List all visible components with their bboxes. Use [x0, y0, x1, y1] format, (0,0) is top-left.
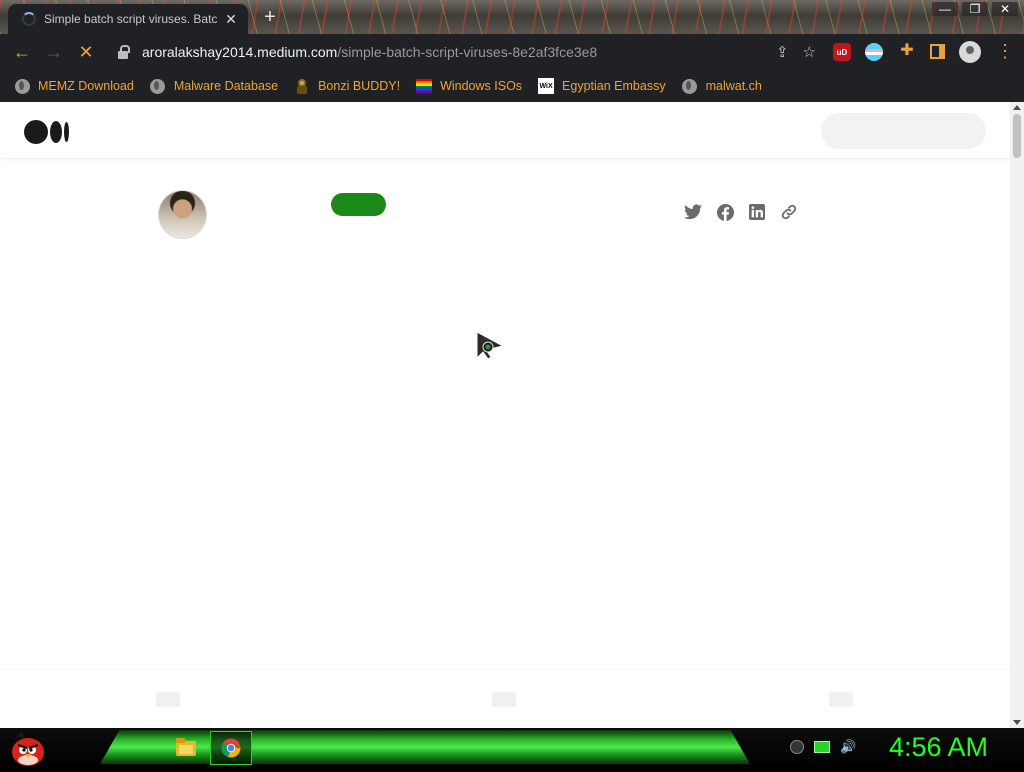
profile-icon[interactable]	[959, 41, 981, 63]
medium-header	[0, 102, 1010, 159]
wix-icon: WiX	[538, 78, 555, 94]
browser-toolbar: ← → ✕ aroralakshay2014.medium.com/simple…	[0, 34, 1024, 70]
start-button[interactable]	[8, 729, 48, 767]
author-avatar[interactable]	[158, 190, 207, 239]
network-tray-icon[interactable]	[814, 741, 830, 753]
puzzle-icon[interactable]: ✚	[898, 42, 916, 60]
chrome-taskbar-button[interactable]	[210, 731, 252, 765]
bonzi-icon	[294, 78, 310, 94]
volume-tray-icon[interactable]: 🔊	[840, 739, 856, 755]
window-controls: — ❐ ✕	[932, 2, 1018, 16]
rainbow-flag-icon	[416, 78, 433, 94]
globe-icon	[682, 78, 698, 94]
facebook-icon[interactable]	[716, 203, 734, 221]
url-host: aroralakshay2014.medium.com	[142, 44, 338, 60]
restore-button[interactable]: ❐	[962, 2, 988, 16]
file-explorer-icon[interactable]	[176, 738, 196, 756]
footer-placeholder	[156, 692, 180, 707]
minimize-button[interactable]: —	[932, 2, 958, 16]
busy-cursor-icon	[476, 331, 506, 366]
taskbar-band	[100, 730, 750, 764]
tab-close-icon[interactable]: ✕	[222, 11, 240, 28]
taskbar-clock[interactable]: 4:56 AM	[889, 732, 988, 763]
tab-active[interactable]: Simple batch script viruses. Batc ✕	[8, 4, 248, 34]
scroll-down-icon[interactable]	[1013, 720, 1021, 725]
bookmark-label: Bonzi BUDDY!	[318, 79, 401, 93]
flag-extension-icon[interactable]	[865, 43, 883, 61]
windows-taskbar: 🔊 4:56 AM	[0, 728, 1024, 768]
page-scrollbar[interactable]	[1010, 102, 1024, 728]
ublock-icon[interactable]: uD	[833, 43, 851, 61]
bookmark-windows-isos[interactable]: Windows ISOs	[416, 78, 522, 94]
header-placeholder	[821, 113, 986, 149]
share-icons	[684, 203, 798, 221]
shield-tray-icon[interactable]	[790, 740, 804, 754]
scrollbar-thumb[interactable]	[1013, 114, 1021, 158]
new-tab-button[interactable]: +	[258, 6, 282, 29]
share-icon[interactable]: ⇪	[776, 43, 789, 61]
bookmark-label: Malware Database	[173, 79, 279, 93]
address-bar[interactable]: aroralakshay2014.medium.com/simple-batch…	[108, 37, 826, 67]
bookmark-memz-download[interactable]: MEMZ Download	[14, 78, 134, 94]
page-viewport	[0, 102, 1024, 728]
bookmark-malwatch[interactable]: malwat.ch	[682, 78, 762, 94]
bookmark-label: Windows ISOs	[440, 79, 523, 93]
close-window-button[interactable]: ✕	[992, 2, 1018, 16]
linkedin-icon[interactable]	[748, 203, 766, 221]
bookmark-malware-database[interactable]: Malware Database	[150, 78, 278, 94]
footer-placeholder	[829, 692, 853, 707]
chrome-icon	[221, 738, 241, 758]
sidepanel-icon[interactable]	[930, 44, 945, 59]
system-tray: 🔊	[790, 739, 856, 755]
bookmark-label: malwat.ch	[705, 79, 762, 93]
bookmark-label: MEMZ Download	[38, 79, 134, 93]
chrome-menu-button[interactable]: ⋮	[996, 41, 1014, 62]
bookmark-egyptian-embassy[interactable]: WiX Egyptian Embassy	[538, 78, 666, 94]
bookmark-label: Egyptian Embassy	[562, 79, 666, 93]
stop-loading-button[interactable]: ✕	[70, 36, 102, 68]
back-button[interactable]: ←	[6, 36, 38, 68]
globe-icon	[150, 78, 166, 94]
medium-logo-icon[interactable]	[24, 120, 69, 144]
footer-placeholder	[492, 692, 516, 707]
follow-button[interactable]	[331, 193, 386, 216]
lock-icon[interactable]	[118, 45, 130, 59]
bookmarks-bar: MEMZ Download Malware Database Bonzi BUD…	[0, 70, 1024, 102]
forward-button[interactable]: →	[38, 36, 70, 68]
bookmark-bonzi-buddy[interactable]: Bonzi BUDDY!	[294, 78, 400, 94]
loading-spinner-icon	[22, 12, 36, 26]
link-icon[interactable]	[780, 203, 798, 221]
scroll-up-icon[interactable]	[1013, 105, 1021, 110]
tab-title: Simple batch script viruses. Batc	[44, 12, 218, 26]
bookmark-star-icon[interactable]: ☆	[803, 43, 816, 61]
twitter-icon[interactable]	[684, 203, 702, 221]
globe-icon	[14, 78, 30, 94]
browser-titlebar: Simple batch script viruses. Batc ✕ + — …	[0, 0, 1024, 34]
url-path: /simple-batch-script-viruses-8e2af3fce3e…	[337, 44, 598, 60]
